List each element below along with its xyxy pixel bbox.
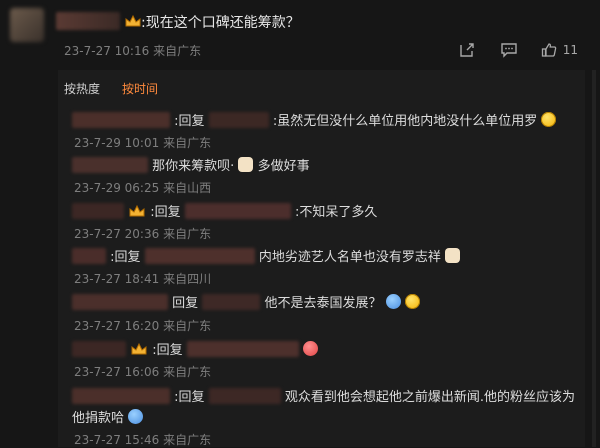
reply-meta: 23-7-27 20:36 来自广东 — [74, 225, 211, 242]
crown-badge-icon — [129, 204, 145, 216]
thumbs-up-icon — [541, 43, 557, 57]
post-text: :现在这个口碑还能筹款？ — [141, 15, 300, 31]
reply-time: 23-7-29 10:01 — [74, 136, 160, 150]
emoji-icon — [385, 294, 401, 309]
post-source: 来自广东 — [153, 44, 202, 58]
like-count: 11 — [562, 43, 578, 57]
reply-time: 23-7-27 15:46 — [74, 433, 160, 447]
reply-prefix: :回复 — [150, 205, 181, 220]
reply-time: 23-7-29 06:25 — [74, 181, 160, 195]
username-blurred[interactable] — [56, 12, 120, 30]
sort-tabs: 按热度 按时间 — [64, 80, 158, 97]
reply-item: :回复 :虽然无但没什么单位用他内地没什么单位用罗 — [72, 110, 557, 129]
reply-item: 回复 他不是去泰国发展？ — [72, 292, 420, 311]
reply-source: 来自广东 — [163, 365, 212, 379]
like-button[interactable]: 11 — [541, 42, 578, 58]
reply-prefix: :回复 — [110, 250, 141, 265]
reply-author-blurred[interactable] — [72, 340, 126, 357]
reply-text: 他不是去泰国发展？ — [264, 296, 382, 311]
share-icon[interactable] — [457, 40, 477, 60]
reply-text: :不知呆了多久 — [294, 205, 378, 220]
reply-meta: 23-7-27 18:41 来自四川 — [74, 270, 211, 287]
reply-source: 来自广东 — [163, 227, 212, 241]
reply-text: 内地劣迹艺人名单也没有罗志祥 — [258, 250, 441, 265]
reply-target-blurred[interactable] — [202, 293, 261, 310]
reply-time: 23-7-27 16:06 — [74, 365, 160, 379]
reply-meta: 23-7-29 06:25 来自山西 — [74, 179, 211, 196]
emoji-icon — [444, 248, 460, 263]
scrollbar[interactable] — [592, 70, 596, 447]
post-actions: 11 — [457, 40, 578, 60]
reply-target-blurred[interactable] — [186, 340, 299, 357]
reply-target-blurred[interactable] — [184, 202, 291, 219]
reply-source: 来自四川 — [163, 272, 212, 286]
reply-text: 观众看到他会想起他之前爆出新闻.他的粉丝应该为 — [284, 390, 575, 405]
emoji-icon — [128, 409, 144, 424]
reply-source: 来自广东 — [163, 433, 212, 447]
reply-author-blurred[interactable] — [72, 202, 124, 219]
reply-text-line2: 他捐款哈 — [72, 411, 125, 426]
tab-sort-hot[interactable]: 按热度 — [64, 80, 100, 97]
reply-source: 来自山西 — [163, 181, 212, 195]
reply-meta: 23-7-27 16:06 来自广东 — [74, 363, 211, 380]
reply-text: 那你来筹款呗· — [152, 159, 235, 174]
reply-text-suffix: 多做好事 — [257, 159, 310, 174]
reply-meta: 23-7-29 10:01 来自广东 — [74, 134, 211, 151]
reply-time: 23-7-27 16:20 — [74, 319, 160, 333]
comment-icon[interactable] — [499, 40, 519, 60]
reply-prefix: :回复 — [152, 343, 183, 358]
reply-item: :回复 — [72, 339, 318, 358]
reply-author-blurred[interactable] — [72, 387, 170, 404]
reply-author-blurred[interactable] — [72, 156, 148, 173]
reply-author-blurred[interactable] — [72, 247, 106, 264]
reply-item-continued: 他捐款哈 — [72, 407, 144, 426]
post-meta: 23-7-27 10:16 来自广东 — [64, 42, 201, 59]
comment-thread: :现在这个口碑还能筹款？ 23-7-27 10:16 来自广东 11 按热度 按… — [0, 0, 600, 447]
reply-target-blurred[interactable] — [208, 387, 281, 404]
reply-text: :虽然无但没什么单位用他内地没什么单位用罗 — [272, 114, 538, 129]
reply-prefix: :回复 — [174, 390, 205, 405]
reply-author-blurred[interactable] — [72, 293, 168, 310]
crown-badge-icon — [131, 342, 147, 354]
reply-item: :回复 内地劣迹艺人名单也没有罗志祥 — [72, 246, 460, 265]
tab-sort-time[interactable]: 按时间 — [122, 80, 158, 97]
post-time: 23-7-27 10:16 — [64, 44, 150, 58]
crown-badge-icon — [125, 14, 141, 27]
emoji-icon — [238, 157, 254, 172]
emoji-icon — [302, 341, 318, 356]
reply-prefix: 回复 — [172, 296, 199, 311]
reply-time: 23-7-27 18:41 — [74, 272, 160, 286]
avatar[interactable] — [10, 8, 44, 42]
reply-target-blurred[interactable] — [208, 111, 269, 128]
reply-meta: 23-7-27 16:20 来自广东 — [74, 317, 211, 334]
reply-item: 那你来筹款呗· 多做好事 — [72, 155, 310, 174]
reply-prefix: :回复 — [174, 114, 205, 129]
reply-item: :回复 :不知呆了多久 — [72, 201, 377, 220]
reply-author-blurred[interactable] — [72, 111, 170, 128]
reply-item: :回复 观众看到他会想起他之前爆出新闻.他的粉丝应该为 — [72, 386, 575, 405]
reply-meta: 23-7-27 15:46 来自广东 — [74, 431, 211, 448]
reply-target-blurred[interactable] — [144, 247, 255, 264]
reply-time: 23-7-27 20:36 — [74, 227, 160, 241]
reply-source: 来自广东 — [163, 136, 212, 150]
emoji-icon — [404, 294, 420, 309]
reply-source: 来自广东 — [163, 319, 212, 333]
emoji-icon — [541, 112, 557, 127]
